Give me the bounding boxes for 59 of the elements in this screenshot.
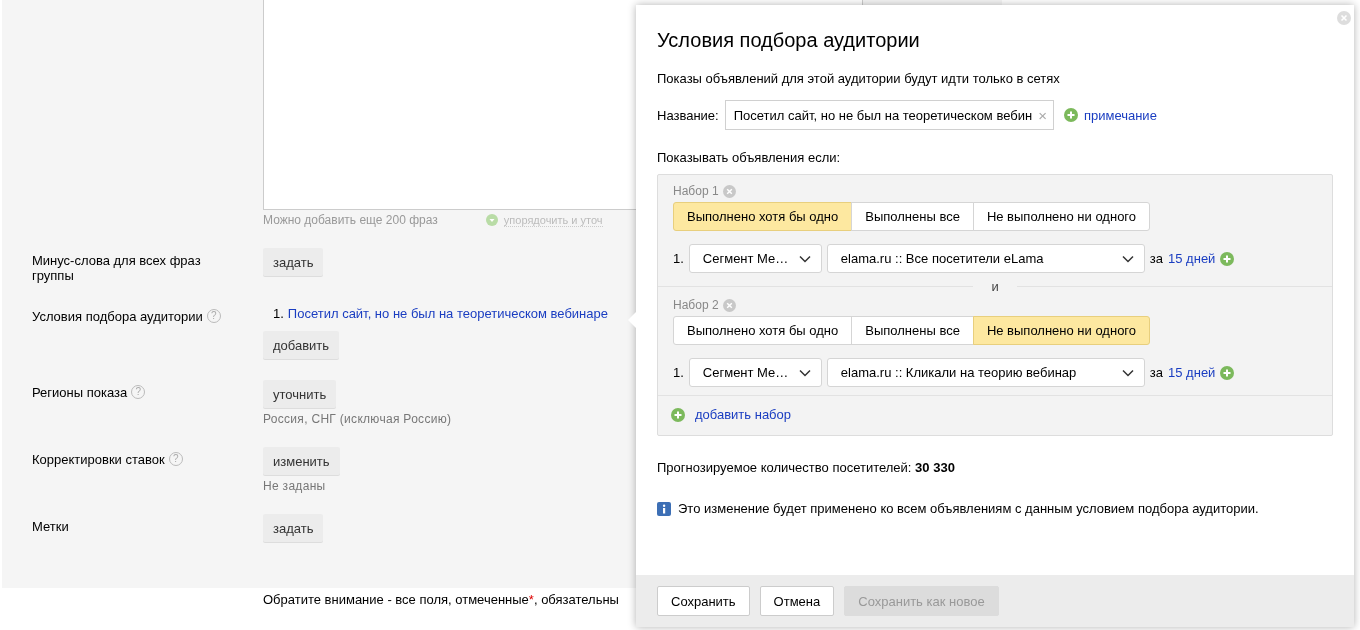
set-title: Набор 2 — [673, 298, 719, 312]
dialog-title: Условия подбора аудитории — [657, 29, 921, 52]
set-title: Набор 1 — [673, 184, 719, 198]
mode-tab[interactable]: Выполнены все — [851, 316, 974, 345]
mode-tab[interactable]: Выполнены все — [851, 202, 974, 231]
plus-icon[interactable] — [671, 407, 685, 422]
mode-tab[interactable]: Выполнено хотя бы одно — [673, 316, 853, 345]
field-note: Не заданы — [263, 479, 326, 493]
note-link[interactable]: примечание — [1083, 107, 1157, 123]
name-label: Название: — [657, 107, 719, 123]
required-fields-note: Обратите внимание - все поля, отмеченные*, обязательны — [263, 592, 619, 607]
action-button[interactable]: добавить — [263, 331, 340, 359]
action-button[interactable]: уточнить — [263, 380, 337, 408]
name-field[interactable]: Посетил сайт, но не был на теоретическом вебин × — [724, 100, 1054, 130]
close-icon[interactable] — [1337, 11, 1351, 25]
add-set-link[interactable]: добавить набор — [695, 407, 791, 422]
mode-tab[interactable]: Не выполнено ни одного — [972, 202, 1151, 231]
action-button[interactable]: задать — [263, 514, 324, 542]
plus-icon[interactable] — [1063, 108, 1078, 122]
dialog-button[interactable]: Сохранить — [657, 586, 750, 616]
check-circle-icon — [485, 214, 498, 226]
chevron-down-icon — [1121, 368, 1134, 377]
forecast-text: Прогнозируемое количество посетителей: 30 330 — [657, 460, 956, 475]
period-prefix: за — [1149, 365, 1164, 380]
phrases-limit-hint: Можно добавить еще 200 фраз — [263, 213, 438, 227]
field-label: Корректировки ставок — [32, 452, 165, 467]
audience-link[interactable]: Посетил сайт, но не был на теоретическом вебинаре — [287, 306, 608, 321]
field-label: Условия подбора аудитории — [32, 309, 203, 324]
info-icon — [657, 501, 671, 516]
mode-tab[interactable]: Выполнено хотя бы одно — [673, 202, 853, 231]
period-link[interactable]: 15 дней — [1168, 251, 1216, 266]
segment-select[interactable]: elama.ru :: Кликали на теорию вебинар — [826, 358, 1145, 387]
field-label: Минус-слова для всех фраз группы — [32, 253, 202, 283]
plus-icon[interactable] — [1220, 251, 1235, 266]
and-separator: и — [990, 278, 1000, 294]
rule-number: 1. — [673, 365, 684, 380]
period-link[interactable]: 15 дней — [1168, 365, 1216, 380]
conditions-label: Показывать объявления если: — [657, 150, 842, 165]
chevron-down-icon — [798, 254, 811, 263]
segment-select[interactable]: elama.ru :: Все посетители eLama — [826, 244, 1145, 273]
remove-icon[interactable] — [722, 184, 736, 198]
period-prefix: за — [1149, 251, 1164, 266]
chevron-down-icon — [798, 368, 811, 377]
remove-icon[interactable] — [722, 298, 736, 312]
chevron-down-icon — [1121, 254, 1134, 263]
info-text: Это изменение будет применено ко всем объявлениям с данным условием подбора аудитории. — [678, 501, 1259, 516]
type-select[interactable]: Сегмент Ме… — [688, 358, 822, 387]
item-number: 1. — [273, 306, 284, 321]
mode-tab[interactable]: Не выполнено ни одного — [972, 316, 1151, 345]
field-label: Метки — [32, 519, 69, 534]
action-button[interactable]: изменить — [263, 447, 340, 475]
dialog-button[interactable]: Отмена — [759, 586, 835, 616]
action-button[interactable]: задать — [263, 248, 324, 276]
type-select[interactable]: Сегмент Ме… — [688, 244, 822, 273]
field-label: Регионы показа — [32, 385, 128, 400]
plus-icon[interactable] — [1220, 365, 1235, 380]
field-note: Россия, СНГ (исключая Россию) — [263, 412, 452, 426]
rule-number: 1. — [673, 251, 684, 266]
dialog-subtitle: Показы объявлений для этой аудитории будут идти только в сетях — [657, 71, 1061, 86]
